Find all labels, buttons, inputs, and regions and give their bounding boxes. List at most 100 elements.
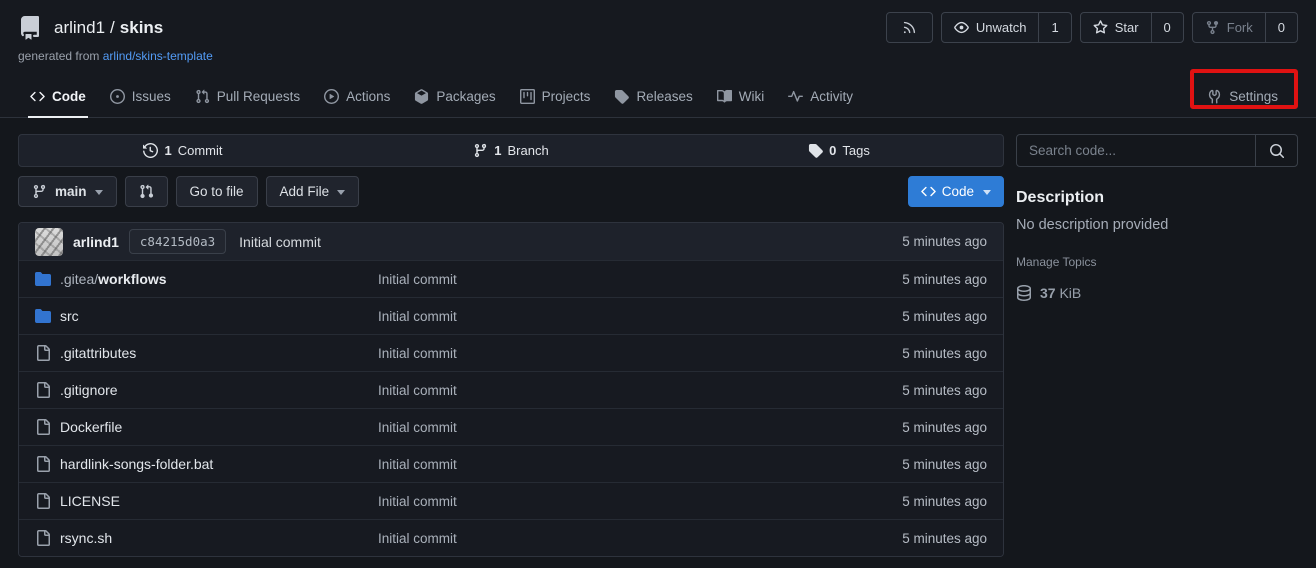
file-commit-time: 5 minutes ago <box>902 309 987 324</box>
unwatch-button[interactable]: Unwatch <box>942 13 1039 42</box>
play-circle-icon <box>324 89 339 104</box>
file-name-link[interactable]: LICENSE <box>60 493 120 509</box>
table-row: src Initial commit 5 minutes ago <box>19 297 1003 334</box>
file-commit-message[interactable]: Initial commit <box>378 420 902 435</box>
chevron-down-icon <box>337 190 345 195</box>
repo-size-unit: KiB <box>1059 285 1081 301</box>
repo-nav: Code Issues Pull Requests Actions Packag… <box>18 79 1298 117</box>
branches-label: Branch <box>508 143 549 158</box>
table-row: .gitignore Initial commit 5 minutes ago <box>19 371 1003 408</box>
file-icon <box>35 419 51 435</box>
compare-button[interactable] <box>125 176 168 207</box>
tab-issues[interactable]: Issues <box>98 79 183 117</box>
file-commit-time: 5 minutes ago <box>902 494 987 509</box>
file-name-link[interactable]: .gitignore <box>60 382 118 398</box>
tools-icon <box>1207 89 1222 104</box>
repo-owner-link[interactable]: arlind1 <box>54 18 105 37</box>
tab-projects[interactable]: Projects <box>508 79 603 117</box>
file-commit-message[interactable]: Initial commit <box>378 383 902 398</box>
file-commit-time: 5 minutes ago <box>902 531 987 546</box>
branches-count: 1 <box>494 143 501 158</box>
add-file-button[interactable]: Add File <box>266 176 360 207</box>
watchers-count[interactable]: 1 <box>1038 13 1070 42</box>
tab-wiki[interactable]: Wiki <box>705 79 777 117</box>
code-search-box <box>1016 134 1298 167</box>
watch-button-group: Unwatch 1 <box>941 12 1072 43</box>
pulse-icon <box>788 89 803 104</box>
file-icon <box>35 530 51 546</box>
code-download-button[interactable]: Code <box>908 176 1004 207</box>
tab-settings[interactable]: Settings <box>1195 79 1290 117</box>
tab-code-label: Code <box>52 89 86 104</box>
branch-icon <box>473 143 488 158</box>
table-row: rsync.sh Initial commit 5 minutes ago <box>19 519 1003 556</box>
project-icon <box>520 89 535 104</box>
table-row: LICENSE Initial commit 5 minutes ago <box>19 482 1003 519</box>
file-icon <box>35 345 51 361</box>
repo-stats-bar: 1 Commit 1 Branch 0 Tags <box>18 134 1004 167</box>
file-commit-message[interactable]: Initial commit <box>378 309 902 324</box>
tab-wiki-label: Wiki <box>739 89 765 104</box>
file-commit-message[interactable]: Initial commit <box>378 272 902 287</box>
search-button[interactable] <box>1255 135 1297 166</box>
commit-time: 5 minutes ago <box>902 234 987 249</box>
file-commit-message[interactable]: Initial commit <box>378 346 902 361</box>
git-compare-icon <box>139 184 154 199</box>
issue-icon <box>110 89 125 104</box>
code-button-label: Code <box>942 184 974 199</box>
history-icon <box>143 143 158 158</box>
file-icon <box>35 382 51 398</box>
commit-sha[interactable]: c84215d0a3 <box>129 229 226 254</box>
file-name-link[interactable]: src <box>60 308 79 324</box>
star-button[interactable]: Star <box>1081 13 1151 42</box>
file-commit-time: 5 minutes ago <box>902 383 987 398</box>
stars-count[interactable]: 0 <box>1151 13 1183 42</box>
fork-button[interactable]: Fork <box>1193 13 1265 42</box>
go-to-file-button[interactable]: Go to file <box>176 176 258 207</box>
branch-name: main <box>55 184 87 199</box>
file-name-link[interactable]: Dockerfile <box>60 419 122 435</box>
avatar[interactable] <box>35 228 63 256</box>
tab-code[interactable]: Code <box>18 79 98 117</box>
database-icon <box>1016 285 1032 301</box>
tab-activity-label: Activity <box>810 89 853 104</box>
file-name-link[interactable]: hardlink-songs-folder.bat <box>60 456 213 472</box>
commit-author[interactable]: arlind1 <box>73 234 119 250</box>
branch-icon <box>32 184 47 199</box>
tags-stat[interactable]: 0 Tags <box>675 135 1003 166</box>
tab-pull-requests[interactable]: Pull Requests <box>183 79 312 117</box>
tab-releases[interactable]: Releases <box>602 79 704 117</box>
file-commit-message[interactable]: Initial commit <box>378 531 902 546</box>
star-button-group: Star 0 <box>1080 12 1184 43</box>
template-link[interactable]: arlind/skins-template <box>103 49 213 63</box>
tab-actions[interactable]: Actions <box>312 79 402 117</box>
manage-topics-link[interactable]: Manage Topics <box>1016 255 1298 269</box>
file-commit-time: 5 minutes ago <box>902 346 987 361</box>
repo-icon <box>18 16 42 40</box>
branch-selector[interactable]: main <box>18 176 117 207</box>
tab-projects-label: Projects <box>542 89 591 104</box>
file-name-link[interactable]: rsync.sh <box>60 530 112 546</box>
fork-icon <box>1205 20 1220 35</box>
commits-stat[interactable]: 1 Commit <box>19 135 347 166</box>
file-commit-message[interactable]: Initial commit <box>378 494 902 509</box>
repo-separator: / <box>110 18 115 37</box>
file-name-link[interactable]: .gitea/workflows <box>60 271 167 287</box>
tags-count: 0 <box>829 143 836 158</box>
forks-count[interactable]: 0 <box>1265 13 1297 42</box>
file-commit-message[interactable]: Initial commit <box>378 457 902 472</box>
search-input[interactable] <box>1017 135 1255 166</box>
repo-toolbar: main Go to file Add File Code <box>18 176 1004 207</box>
tab-activity[interactable]: Activity <box>776 79 865 117</box>
rss-feed-button[interactable] <box>886 12 933 43</box>
tab-packages[interactable]: Packages <box>402 79 507 117</box>
branches-stat[interactable]: 1 Branch <box>347 135 675 166</box>
repo-name-link[interactable]: skins <box>120 18 163 37</box>
rss-icon <box>902 20 917 35</box>
chevron-down-icon <box>983 190 991 195</box>
file-commit-time: 5 minutes ago <box>902 420 987 435</box>
search-icon <box>1269 143 1285 159</box>
commit-message[interactable]: Initial commit <box>239 234 321 250</box>
file-icon <box>35 456 51 472</box>
file-name-link[interactable]: .gitattributes <box>60 345 136 361</box>
